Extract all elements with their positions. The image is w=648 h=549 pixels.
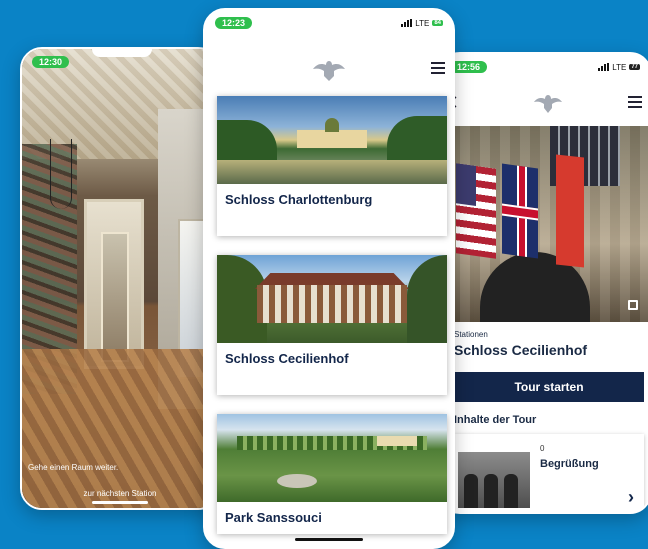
flag-red: [556, 154, 584, 268]
doorway: [84, 199, 144, 369]
station-number: 0: [540, 444, 545, 453]
menu-icon[interactable]: [628, 96, 642, 108]
tour-title: Schloss Cecilienhof: [454, 342, 588, 358]
signal-icon: LTE 84: [401, 19, 443, 28]
battery-icon: 84: [432, 20, 443, 26]
network-label: LTE: [612, 62, 627, 72]
phone-left: 12:30 Gehe einen Raum weiter. zur nächst…: [20, 47, 220, 510]
header: [448, 92, 642, 113]
signal-icon: LTE 77: [598, 63, 640, 72]
status-bar: 12:30: [32, 55, 208, 69]
menu-icon[interactable]: [431, 62, 445, 74]
status-time: 12:23: [215, 17, 253, 29]
stations-count: Stationen: [454, 330, 488, 339]
home-indicator: [295, 538, 363, 541]
phone-right: 12:56 LTE 77 Stationen Schloss Cecilienh…: [438, 52, 648, 514]
status-bar: 12:23 LTE 84: [215, 16, 443, 30]
card-image: [217, 255, 447, 343]
flag-uk: [502, 163, 538, 259]
chandelier: [50, 139, 72, 209]
room-photo: [22, 49, 218, 508]
card-title: Schloss Cecilienhof: [225, 351, 349, 366]
castle-card[interactable]: Schloss Charlottenburg: [217, 96, 447, 236]
card-image: [217, 96, 447, 184]
eagle-logo-icon: [534, 95, 562, 113]
station-card[interactable]: 0 Begrüßung ›: [454, 434, 644, 512]
expand-icon[interactable]: [628, 300, 638, 310]
instruction-text: Gehe einen Raum weiter.: [28, 463, 119, 472]
status-time: 12:30: [32, 56, 70, 68]
castle-card[interactable]: Park Sanssouci: [217, 414, 447, 534]
parquet-floor: [22, 349, 218, 508]
contents-header: Inhalte der Tour: [454, 414, 537, 426]
station-thumbnail: [458, 452, 530, 508]
flag-us: [456, 163, 496, 259]
eagle-logo-icon: [313, 61, 345, 81]
chevron-right-icon[interactable]: ›: [628, 487, 634, 508]
card-image: [217, 414, 447, 502]
battery-icon: 77: [629, 64, 640, 70]
status-bar: 12:56 LTE 77: [450, 60, 640, 74]
card-title: Schloss Charlottenburg: [225, 192, 373, 207]
next-station-button[interactable]: zur nächsten Station: [22, 489, 218, 498]
card-title: Park Sanssouci: [225, 510, 322, 525]
castle-card[interactable]: Schloss Cecilienhof: [217, 255, 447, 395]
station-name: Begrüßung: [540, 458, 599, 470]
home-indicator: [92, 501, 148, 504]
start-tour-button[interactable]: Tour starten: [454, 372, 644, 402]
status-time: 12:56: [450, 61, 488, 73]
hero-photo: [440, 126, 648, 322]
phone-center: 12:23 LTE 84 Schloss Charlottenburg Schl…: [203, 8, 455, 549]
network-label: LTE: [415, 18, 430, 28]
